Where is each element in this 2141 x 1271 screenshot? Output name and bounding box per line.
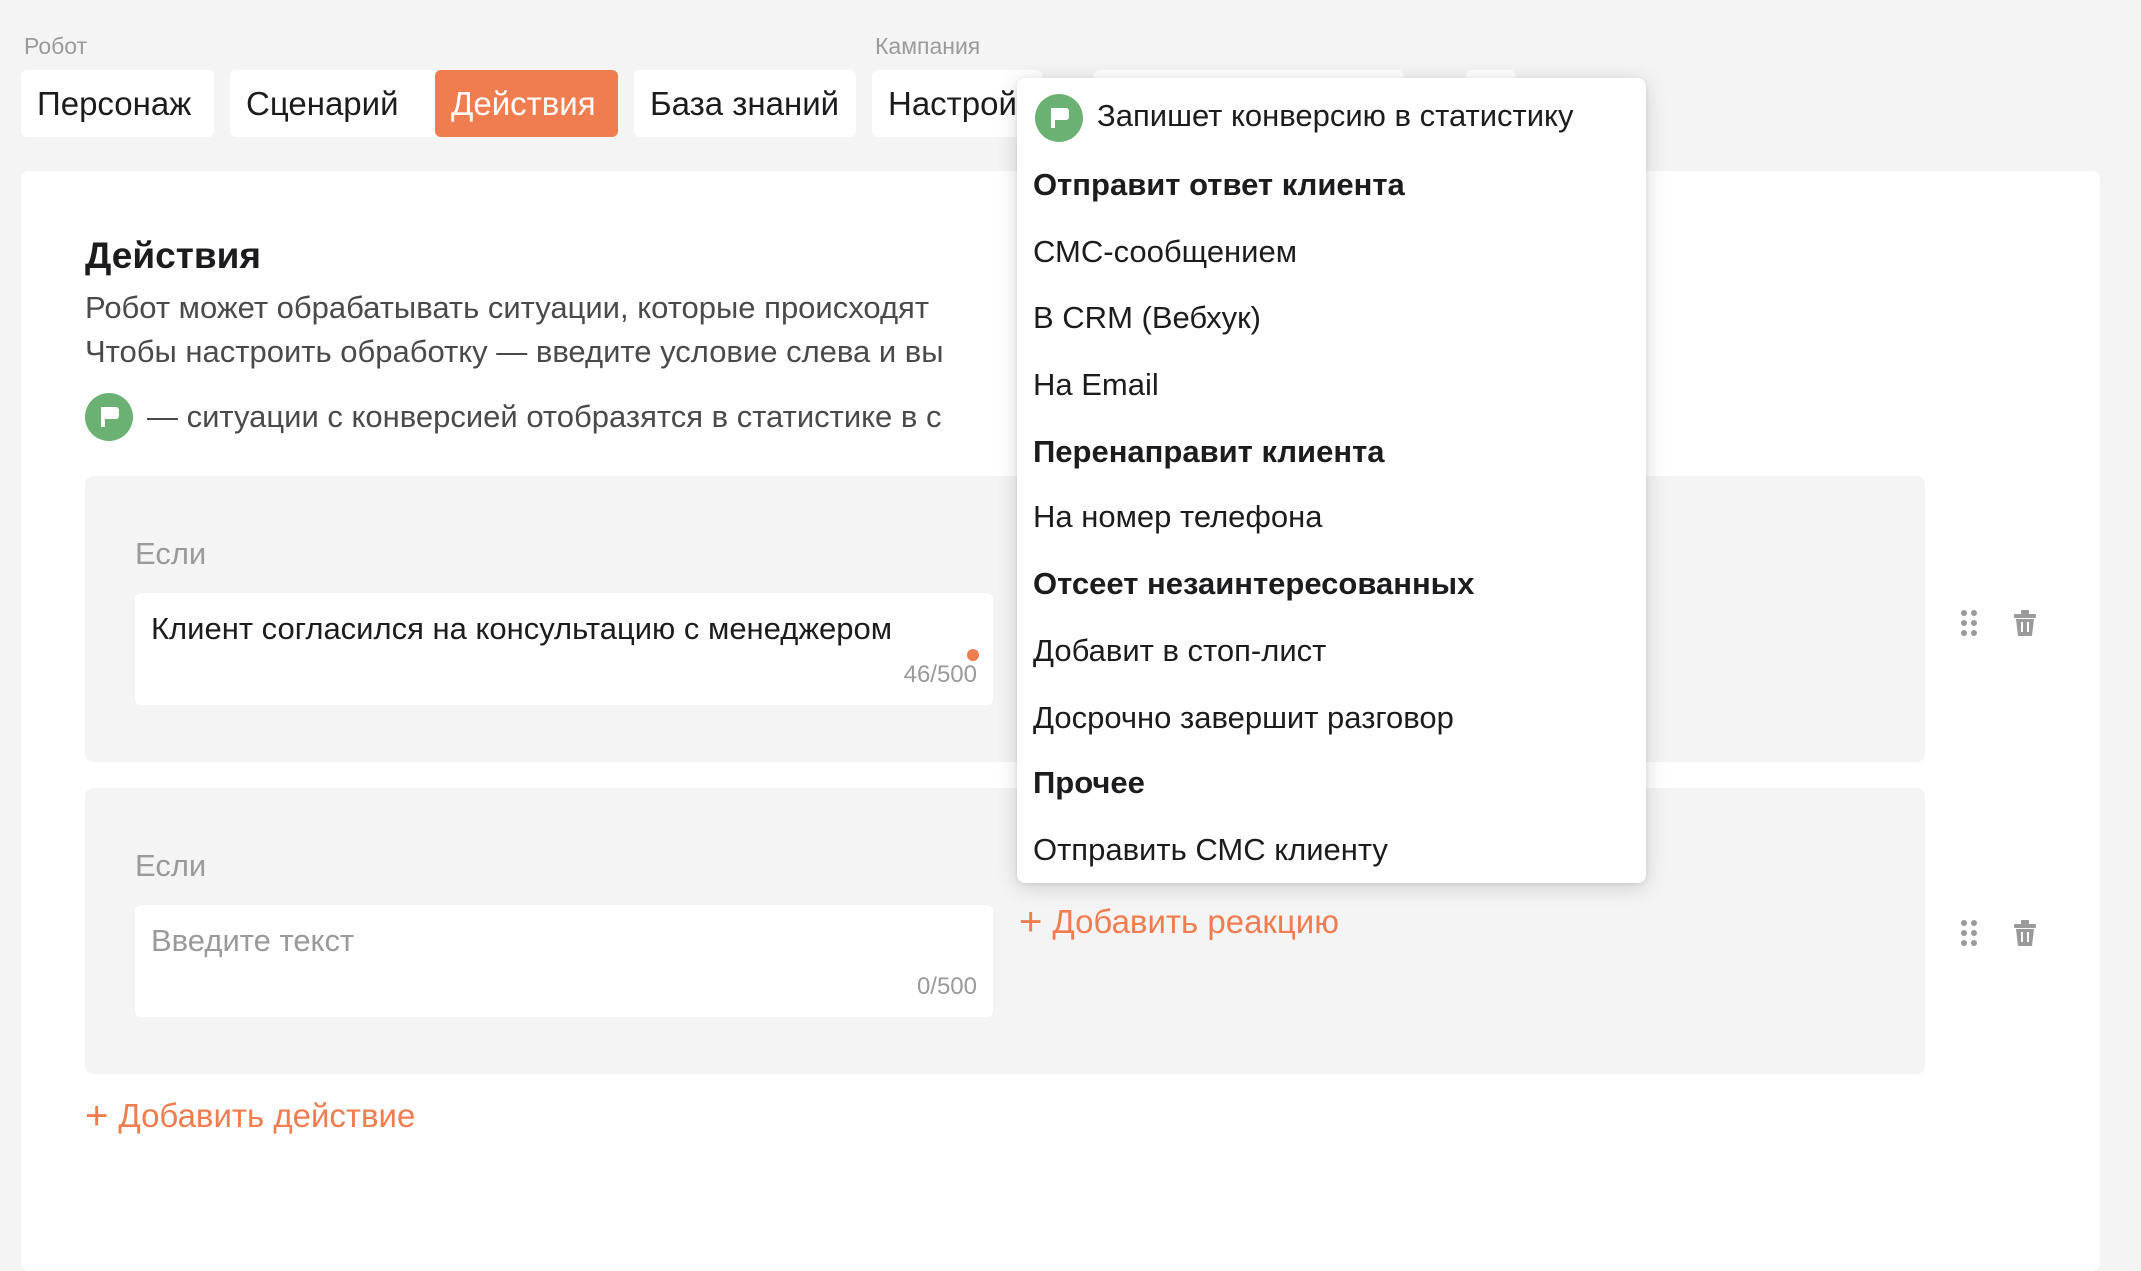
drag-handle-icon[interactable] [1953,607,1985,639]
menu-item-crm[interactable]: В CRM (Вебхук) [1033,300,1261,336]
page-title: Действия [85,235,261,276]
plus-icon: + [85,1094,109,1138]
add-reaction-label: Добавить реакцию [1052,903,1339,940]
menu-header-send: Отправит ответ клиента [1033,167,1405,202]
tab-actions[interactable]: Действия [435,70,618,137]
condition-input-2[interactable]: Введите текст 0/500 [135,905,993,1017]
tab-knowledge[interactable]: База знаний [634,70,856,137]
tab-scenario[interactable]: Сценарий [230,70,440,137]
menu-item-sms[interactable]: СМС-сообщением [1033,234,1297,270]
tab-persona[interactable]: Персонаж [21,70,214,137]
menu-header-redirect: Перенаправит клиента [1033,434,1385,469]
char-counter: 46/500 [903,661,977,688]
menu-header-filter: Отсеет незаинтересованных [1033,566,1475,601]
menu-item-phone[interactable]: На номер телефона [1033,499,1323,535]
add-reaction-button[interactable]: + Добавить реакцию [1019,902,1339,942]
unsaved-indicator [967,649,979,661]
condition-input-1[interactable]: Клиент согласился на консультацию с мене… [135,593,993,705]
if-label: Если [135,536,207,571]
action-card-1: Если Клиент согласился на консультацию с… [85,476,1925,762]
if-label: Если [135,848,207,883]
flag-icon [85,393,133,441]
drag-handle-icon[interactable] [1953,917,1985,949]
add-action-button[interactable]: + Добавить действие [85,1096,415,1136]
plus-icon: + [1019,900,1043,944]
menu-header-other: Прочее [1033,765,1145,800]
condition-placeholder: Введите текст [151,923,355,958]
flag-icon [1035,94,1083,142]
conversion-note: — ситуации с конверсией отобразятся в ст… [147,399,942,434]
menu-item-conversion[interactable]: Запишет конверсию в статистику [1097,98,1573,134]
description-line-2: Чтобы настроить обработку — введите усло… [85,334,944,369]
menu-item-stoplist[interactable]: Добавит в стоп-лист [1033,633,1326,669]
description-line-1: Робот может обрабатывать ситуации, котор… [85,290,930,325]
trash-icon[interactable] [2009,917,2041,949]
menu-item-send-sms[interactable]: Отправить СМС клиенту [1033,832,1388,868]
trash-icon[interactable] [2009,607,2041,639]
group-label-campaign: Кампания [875,33,981,59]
condition-text: Клиент согласился на консультацию с мене… [151,611,893,646]
action-card-2: Если Введите текст 0/500 + Добавить реак… [85,788,1925,1074]
group-label-robot: Робот [24,33,88,59]
menu-item-end-call[interactable]: Досрочно завершит разговор [1033,700,1454,736]
menu-item-email[interactable]: На Email [1033,367,1159,403]
reaction-dropdown: Запишет конверсию в статистику Отправит … [1017,78,1646,883]
char-counter: 0/500 [916,973,977,1000]
add-action-label: Добавить действие [118,1097,416,1134]
